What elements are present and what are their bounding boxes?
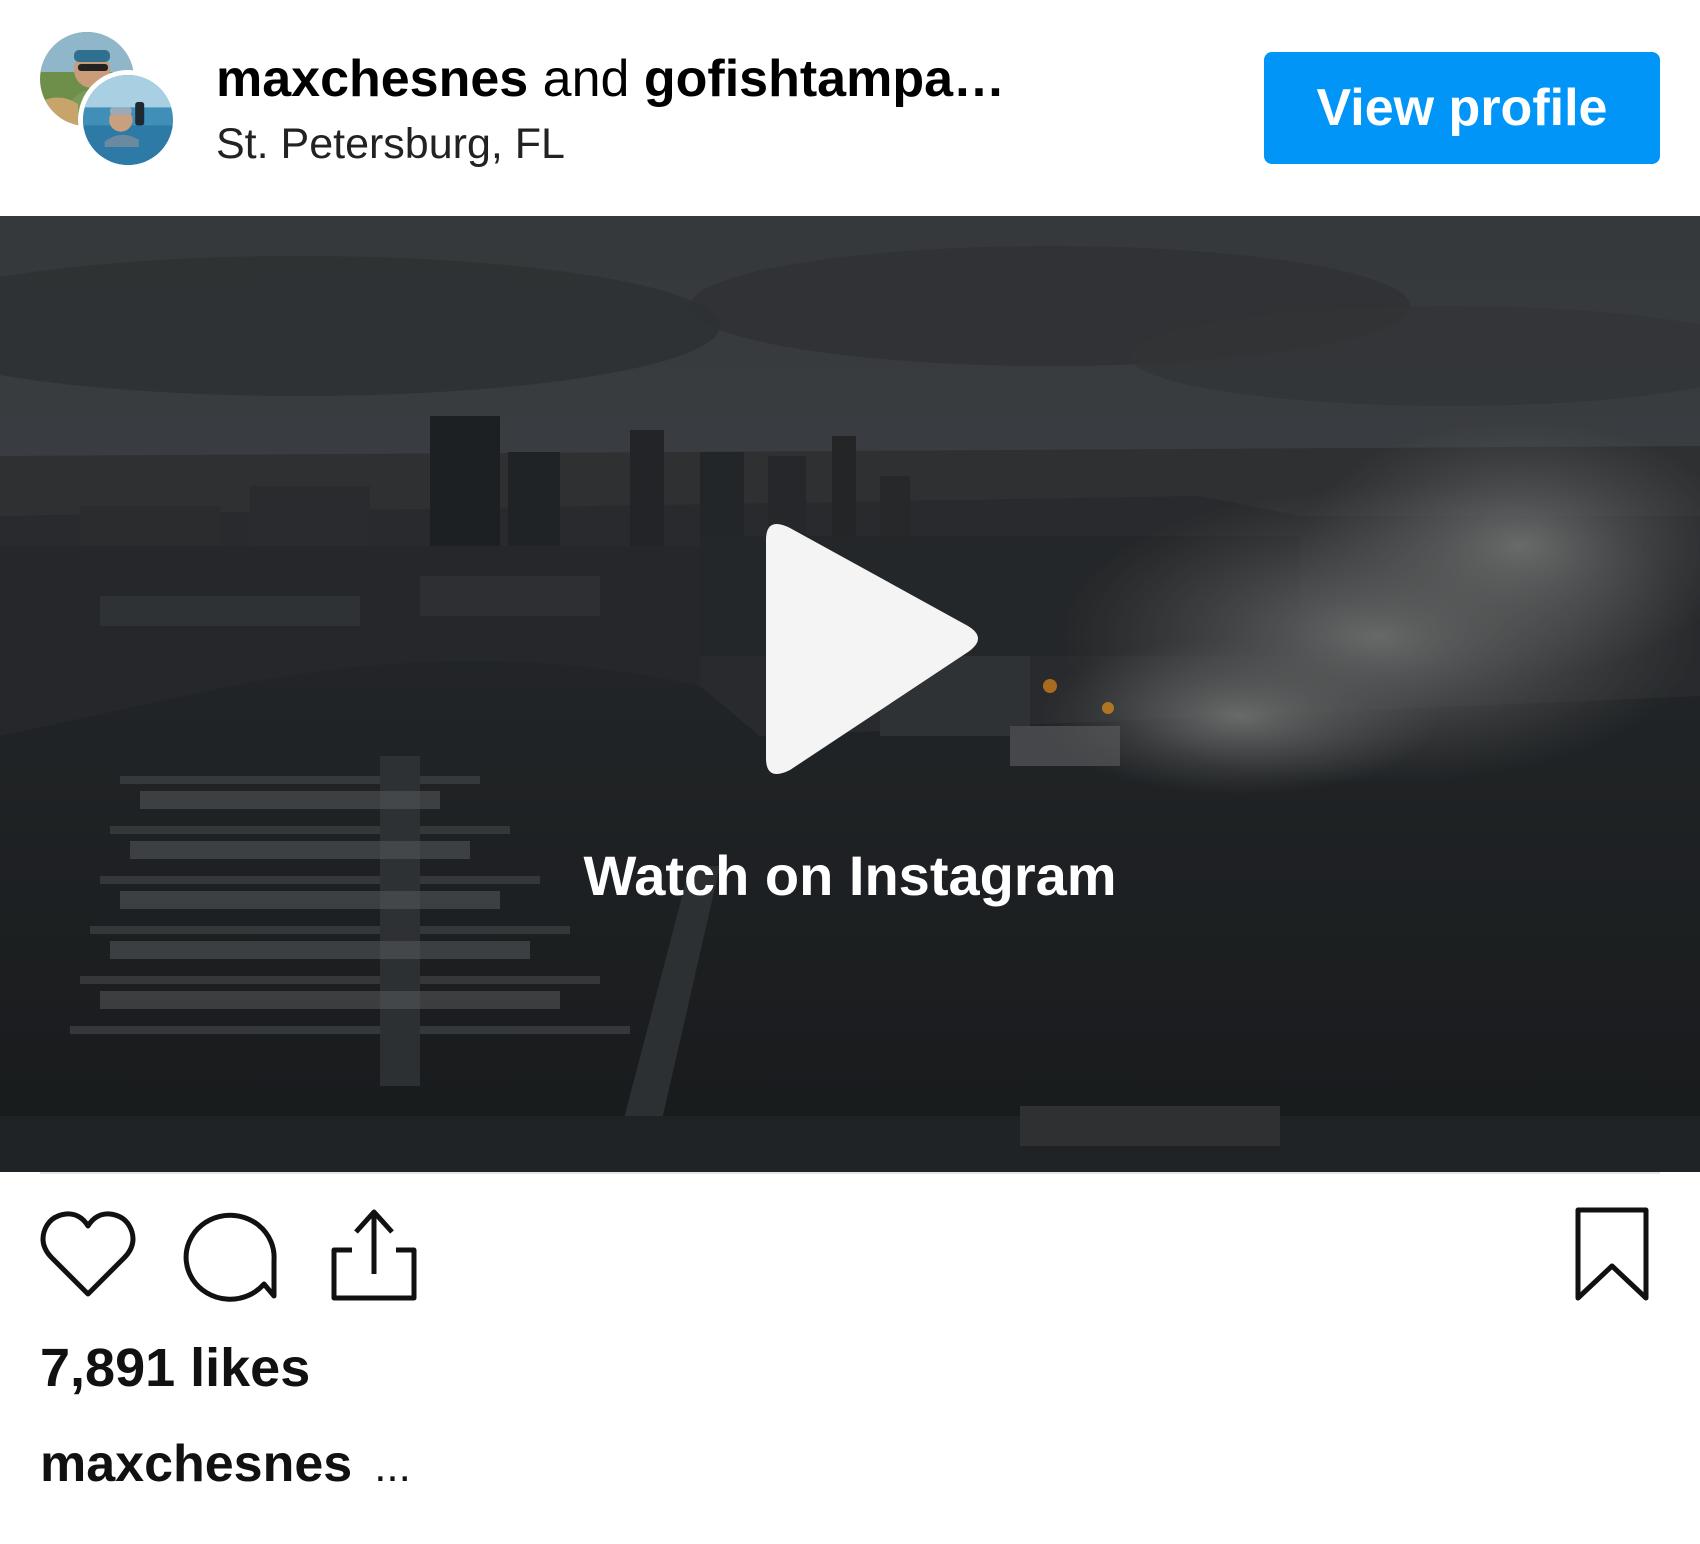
save-button[interactable] bbox=[1564, 1204, 1660, 1304]
share-button[interactable] bbox=[324, 1204, 424, 1304]
video-thumbnail[interactable]: Watch on Instagram bbox=[0, 216, 1700, 1172]
collaborator-username[interactable]: gofishtampa… bbox=[644, 50, 1005, 108]
heart-icon bbox=[40, 1211, 136, 1297]
collaborator-avatar[interactable] bbox=[78, 70, 178, 170]
bookmark-icon bbox=[1575, 1207, 1649, 1301]
comment-icon bbox=[183, 1212, 277, 1302]
caption-username[interactable]: maxchesnes bbox=[40, 1435, 352, 1493]
post-header: maxchesnes and gofishtampa… St. Petersbu… bbox=[0, 0, 1700, 216]
post-caption: maxchesnes... bbox=[40, 1432, 411, 1499]
caption-more-link[interactable]: ... bbox=[374, 1442, 411, 1491]
comment-button[interactable] bbox=[180, 1204, 280, 1304]
like-button[interactable] bbox=[38, 1204, 138, 1304]
owner-joiner: and bbox=[542, 50, 630, 108]
instagram-embed: maxchesnes and gofishtampa… St. Petersbu… bbox=[0, 0, 1700, 1544]
play-button[interactable] bbox=[736, 516, 986, 782]
watch-on-instagram-link[interactable]: Watch on Instagram bbox=[0, 844, 1700, 908]
avatar-stack[interactable] bbox=[40, 32, 180, 172]
post-location[interactable]: St. Petersburg, FL bbox=[216, 118, 565, 170]
post-owners: maxchesnes and gofishtampa… bbox=[216, 48, 1005, 110]
likes-count[interactable]: 7,891 likes bbox=[40, 1336, 310, 1400]
share-icon bbox=[331, 1209, 417, 1301]
media-divider bbox=[40, 1172, 1660, 1174]
owner-username[interactable]: maxchesnes bbox=[216, 50, 528, 108]
view-profile-button[interactable]: View profile bbox=[1264, 52, 1660, 164]
play-icon bbox=[766, 524, 978, 774]
